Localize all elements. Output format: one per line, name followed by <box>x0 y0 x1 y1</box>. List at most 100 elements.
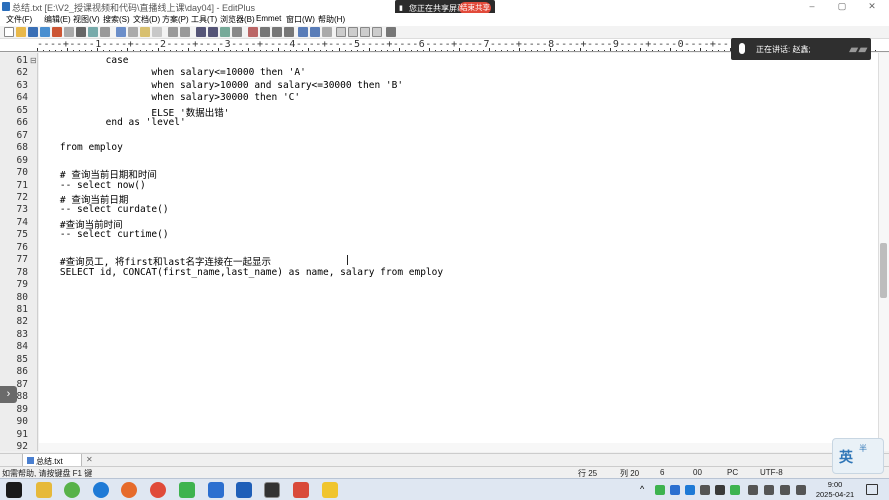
minimize-button[interactable]: – <box>797 0 827 13</box>
wechat-icon[interactable] <box>179 482 195 498</box>
chrome-icon[interactable] <box>150 482 166 498</box>
replace-icon[interactable] <box>208 27 218 37</box>
file-explorer-icon[interactable] <box>36 482 52 498</box>
code-line[interactable]: end as 'level' <box>37 117 186 128</box>
start-icon[interactable] <box>6 482 22 498</box>
window-vertical-icon[interactable] <box>372 27 382 37</box>
menu-help[interactable]: 帮助(H) <box>318 14 345 25</box>
fullscreen-icon[interactable] <box>386 27 396 37</box>
delete-icon[interactable] <box>152 27 162 37</box>
undo-icon[interactable] <box>168 27 178 37</box>
ruler-icon[interactable] <box>284 27 294 37</box>
code-line[interactable]: -- select curdate() <box>37 204 169 215</box>
tray-app-icon[interactable] <box>670 485 680 495</box>
edge-icon[interactable] <box>93 482 109 498</box>
clock[interactable]: 9:00 2025-04-21 <box>810 480 860 500</box>
tray-ime-icon[interactable] <box>796 485 806 495</box>
code-line[interactable]: SELECT id, CONCAT(first_name,last_name) … <box>37 267 443 278</box>
goto-icon[interactable] <box>232 27 242 37</box>
notification-icon[interactable] <box>866 484 878 495</box>
status-encoding[interactable]: UTF-8 <box>760 468 783 477</box>
menu-emmet[interactable]: Emmet <box>256 14 281 23</box>
menu-edit[interactable]: 编辑(E) <box>44 14 71 25</box>
ruler-tick <box>248 48 250 51</box>
code-line[interactable]: -- select now() <box>37 180 146 191</box>
print-preview-icon[interactable] <box>88 27 98 37</box>
redo-icon[interactable] <box>180 27 190 37</box>
app-blue-2-icon[interactable] <box>236 482 252 498</box>
open-folder-icon[interactable] <box>16 27 26 37</box>
tray-wechat-2-icon[interactable] <box>730 485 740 495</box>
maximize-button[interactable]: ▢ <box>827 0 857 13</box>
menu-window[interactable]: 窗口(W) <box>286 14 315 25</box>
code-line[interactable]: when salary>10000 and salary<=30000 then… <box>37 80 403 91</box>
line-number: 61 <box>16 55 28 66</box>
line-number: 71 <box>16 179 28 191</box>
line-number: 80 <box>16 291 28 303</box>
horizontal-scrollbar[interactable] <box>39 443 878 452</box>
menu-project[interactable]: 方案(P) <box>162 14 189 25</box>
find-icon[interactable] <box>196 27 206 37</box>
find-in-files-icon[interactable] <box>220 27 230 37</box>
tray-cloud-icon[interactable] <box>685 485 695 495</box>
preferences-icon[interactable] <box>322 27 332 37</box>
fold-marker-icon[interactable]: ⊟ <box>30 56 37 65</box>
tray-wechat-icon[interactable] <box>655 485 665 495</box>
print-icon[interactable] <box>76 27 86 37</box>
menu-search[interactable]: 搜索(S) <box>103 14 130 25</box>
column-select-icon[interactable] <box>298 27 308 37</box>
spell-check-icon[interactable] <box>100 27 110 37</box>
close-file-icon[interactable] <box>64 27 74 37</box>
window-horizontal-icon[interactable] <box>360 27 370 37</box>
menu-file[interactable]: 文件(F) <box>6 14 32 25</box>
code-line[interactable]: from employ <box>37 142 123 153</box>
tray-display-icon[interactable] <box>748 485 758 495</box>
code-line[interactable]: when salary<=10000 then 'A' <box>37 67 305 78</box>
file-tab-bar: 总结.txt ✕ <box>0 453 889 467</box>
vertical-scrollbar-thumb[interactable] <box>880 243 887 298</box>
line-number-icon[interactable] <box>272 27 282 37</box>
line-number: 66 <box>16 117 28 129</box>
close-tab-icon[interactable]: ✕ <box>86 455 93 464</box>
menu-document[interactable]: 文档(D) <box>133 14 160 25</box>
code-line[interactable]: -- select curtime() <box>37 229 169 240</box>
close-button[interactable]: ✕ <box>857 0 887 13</box>
save-icon[interactable] <box>28 27 38 37</box>
whitespace-icon[interactable] <box>310 27 320 37</box>
ruler-tick <box>211 50 213 51</box>
font-icon[interactable] <box>248 27 258 37</box>
ime-indicator[interactable]: 英 半 <box>832 438 884 474</box>
app-green-icon[interactable] <box>64 482 80 498</box>
typora-icon[interactable] <box>264 482 280 498</box>
ftp-icon[interactable] <box>52 27 62 37</box>
menu-tools[interactable]: 工具(T) <box>191 14 217 25</box>
ruler-tick <box>175 50 177 51</box>
menu-view[interactable]: 视图(V) <box>73 14 100 25</box>
save-all-icon[interactable] <box>40 27 50 37</box>
tray-volume-icon[interactable] <box>780 485 790 495</box>
window-tile-icon[interactable] <box>336 27 346 37</box>
menu-browser[interactable]: 浏览器(B) <box>220 14 255 25</box>
paste-icon[interactable] <box>140 27 150 37</box>
ruler-tick <box>555 50 557 51</box>
ruler-tick <box>525 50 527 51</box>
word-wrap-icon[interactable] <box>260 27 270 37</box>
firefox-icon[interactable] <box>121 482 137 498</box>
ruler-tick <box>501 50 503 51</box>
ruler-tick <box>603 50 605 51</box>
tray-app-2-icon[interactable] <box>715 485 725 495</box>
expand-panel-icon[interactable]: › <box>0 386 17 403</box>
code-line[interactable]: case <box>37 55 129 66</box>
tray-expand-icon[interactable]: ^ <box>640 484 644 494</box>
window-cascade-icon[interactable] <box>348 27 358 37</box>
app-yellow-icon[interactable] <box>322 482 338 498</box>
copy-icon[interactable] <box>128 27 138 37</box>
code-line[interactable]: when salary>30000 then 'C' <box>37 92 300 103</box>
app-blue-icon[interactable] <box>208 482 224 498</box>
tray-wifi-icon[interactable] <box>764 485 774 495</box>
cut-icon[interactable] <box>116 27 126 37</box>
new-file-icon[interactable] <box>4 27 14 37</box>
ruler-tick <box>712 50 714 51</box>
tray-network-icon[interactable] <box>700 485 710 495</box>
app-red-icon[interactable] <box>293 482 309 498</box>
